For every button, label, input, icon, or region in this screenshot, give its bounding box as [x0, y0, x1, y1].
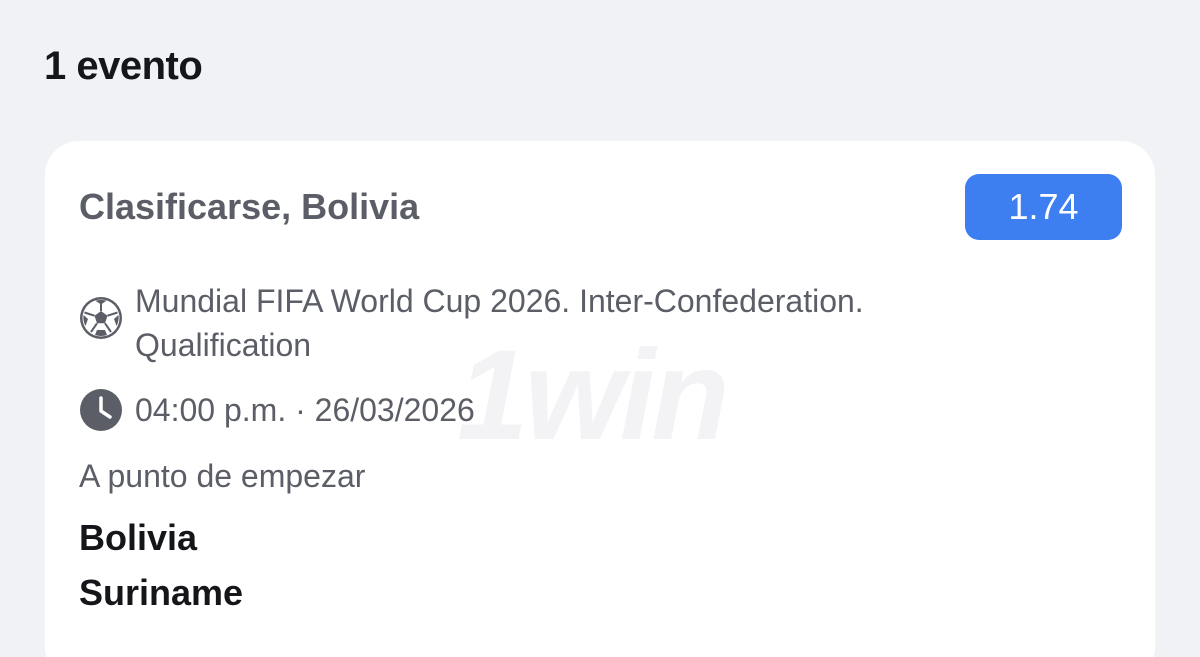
odds-button[interactable]: 1.74: [965, 174, 1122, 240]
bet-title: Clasificarse, Bolivia: [79, 186, 420, 227]
event-status: A punto de empezar: [79, 458, 366, 494]
clock-icon: [79, 388, 123, 432]
time-row: 04:00 p.m. · 26/03/2026: [79, 388, 475, 432]
tournament-name: Mundial FIFA World Cup 2026. Inter-Confe…: [135, 283, 864, 363]
event-count-heading: 1 evento: [44, 44, 203, 88]
page: 1 evento 1win Clasificarse, Bolivia 1.74…: [0, 0, 1200, 657]
team-away: Suriname: [79, 572, 244, 613]
event-datetime: 04:00 p.m. · 26/03/2026: [135, 392, 475, 428]
team-home: Bolivia: [79, 517, 198, 558]
event-card[interactable]: 1win Clasificarse, Bolivia 1.74 Mundial …: [45, 141, 1155, 657]
tournament-row: Mundial FIFA World Cup 2026. Inter-Confe…: [79, 279, 965, 367]
soccer-ball-icon: [79, 296, 123, 340]
